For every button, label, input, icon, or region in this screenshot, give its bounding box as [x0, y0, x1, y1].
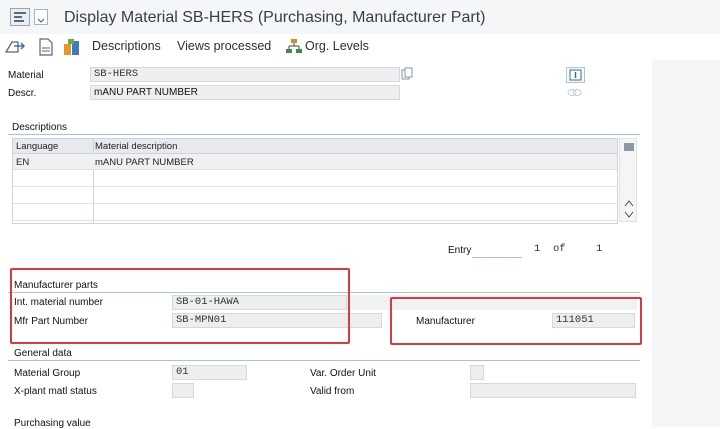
document-icon[interactable]: [38, 38, 54, 61]
views-processed-button[interactable]: Views processed: [177, 39, 271, 53]
info-icon[interactable]: [566, 67, 585, 83]
section-divider: [8, 134, 640, 135]
table-row[interactable]: [13, 170, 617, 187]
org-levels-icon: [286, 38, 302, 59]
entry-total: 1: [596, 243, 603, 255]
descriptions-button[interactable]: Descriptions: [92, 39, 161, 53]
purchasing-values-title: Purchasing value: [14, 418, 91, 429]
row-language[interactable]: EN: [16, 157, 29, 168]
descriptions-table: Language Material description EN mANU PA…: [12, 138, 618, 224]
material-label: Material: [8, 70, 44, 81]
table-row[interactable]: [13, 187, 617, 204]
xplant-status-field[interactable]: [172, 383, 194, 398]
valid-from-field[interactable]: [470, 383, 636, 398]
other-material-icon[interactable]: [4, 38, 26, 61]
descr-field[interactable]: mANU PART NUMBER: [90, 85, 400, 100]
additional-data-icon[interactable]: [63, 38, 81, 61]
entry-underline: [472, 257, 522, 258]
row-description[interactable]: mANU PART NUMBER: [95, 157, 194, 168]
entry-label: Entry: [448, 245, 472, 256]
valid-from-label: Valid from: [310, 386, 355, 397]
section-divider: [8, 360, 640, 361]
window-title: Display Material SB-HERS (Purchasing, Ma…: [64, 9, 486, 26]
descriptions-section-title: Descriptions: [12, 122, 68, 133]
entry-current[interactable]: 1: [534, 243, 540, 255]
column-header-description[interactable]: Material description: [95, 141, 177, 152]
entry-of-label: of: [553, 243, 566, 255]
dropdown-icon[interactable]: [34, 9, 48, 25]
org-levels-button[interactable]: Org. Levels: [305, 39, 369, 53]
table-scrollbar[interactable]: [619, 138, 637, 222]
column-header-language[interactable]: Language: [16, 141, 58, 152]
menu-icon[interactable]: [10, 8, 30, 26]
right-panel: [652, 60, 720, 427]
highlight-box-manufacturer-parts: [10, 268, 350, 344]
general-data-title: General data: [14, 348, 72, 359]
material-group-label: Material Group: [14, 368, 81, 379]
copy-icon[interactable]: [401, 67, 413, 80]
var-order-unit-field[interactable]: [470, 365, 484, 380]
var-order-unit-label: Var. Order Unit: [310, 368, 376, 379]
highlight-box-manufacturer: [390, 297, 642, 345]
material-field[interactable]: SB-HERS: [90, 67, 400, 82]
descr-label: Descr.: [8, 88, 37, 99]
material-group-field[interactable]: 01: [172, 365, 247, 380]
table-row[interactable]: [13, 204, 617, 221]
xplant-status-label: X-plant matl status: [14, 386, 97, 397]
link-icon[interactable]: [566, 86, 583, 99]
